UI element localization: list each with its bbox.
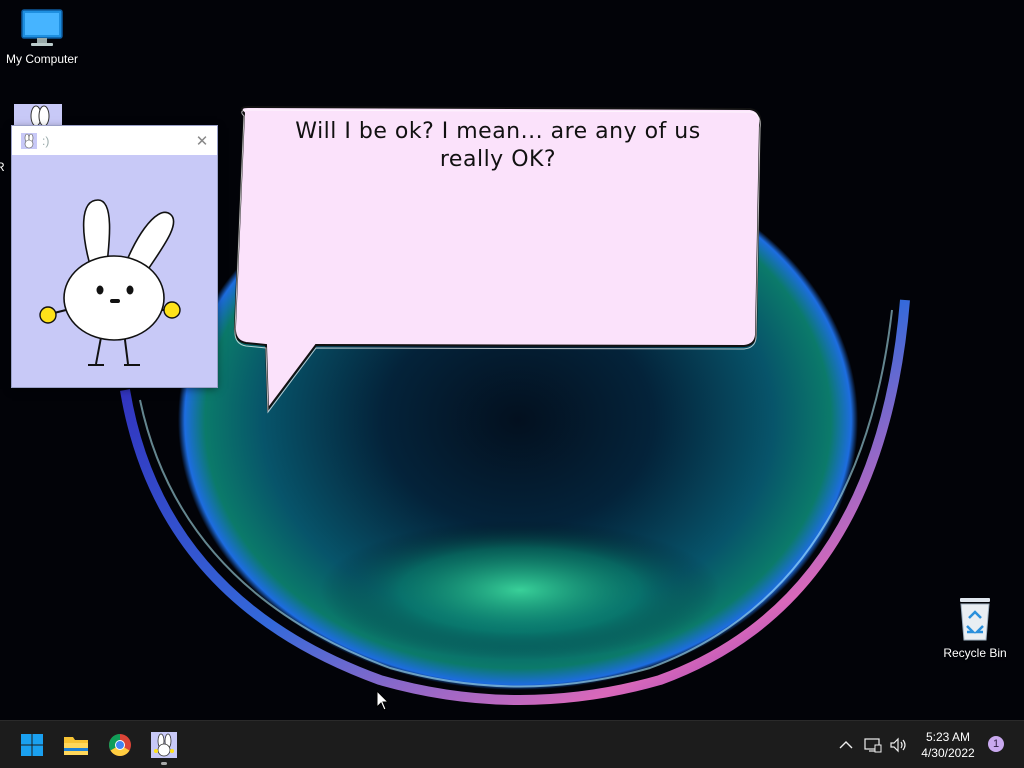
bunny-app-icon: [151, 732, 177, 758]
speech-bubble-text: Will I be ok? I mean... are any of us re…: [258, 118, 738, 174]
app-window-title: :): [42, 133, 50, 148]
app-window[interactable]: :) ✕: [12, 126, 217, 387]
network-icon: [864, 738, 882, 753]
bunny-app-icon: [21, 132, 37, 149]
desktop-icon-my-computer[interactable]: My Computer: [0, 8, 84, 66]
folder-icon: [64, 737, 88, 755]
bunny-right-hand: [163, 301, 181, 319]
speech-line-1: Will I be ok? I mean... are any of us: [295, 119, 701, 144]
bunny-character: [39, 199, 181, 366]
network-button[interactable]: [862, 721, 884, 768]
clock-time: 5:23 AM: [925, 730, 971, 744]
chrome-button[interactable]: [100, 721, 140, 768]
mouse-cursor-icon: [376, 690, 390, 711]
monitor-icon: [21, 9, 63, 46]
clock-date: 4/30/2022: [921, 746, 975, 760]
notification-badge[interactable]: 1: [988, 736, 1004, 752]
desktop: My Computer R Recycle Bin :) ✕ Will I be…: [0, 0, 1024, 768]
clock[interactable]: 5:23 AM 4/30/2022: [912, 729, 984, 761]
chrome-icon: [109, 734, 131, 756]
close-icon: ✕: [195, 131, 209, 150]
windows-start-icon: [21, 734, 43, 756]
bunny-left-hand: [39, 306, 57, 324]
desktop-icon-label: Recycle Bin: [943, 646, 1007, 660]
recycle-bin-icon: [960, 598, 990, 641]
speech-line-2: really OK?: [439, 147, 557, 172]
taskbar: 5:23 AM 4/30/2022: [0, 720, 1024, 768]
bunny-app-taskbar-button[interactable]: [144, 721, 184, 768]
show-hidden-icons-button[interactable]: [836, 721, 856, 768]
chevron-up-icon: [839, 741, 853, 749]
speaker-icon: [890, 737, 906, 753]
desktop-icon-label: My Computer: [5, 52, 79, 66]
close-button[interactable]: ✕: [187, 126, 217, 155]
running-indicator: [161, 762, 167, 765]
app-window-titlebar[interactable]: :) ✕: [12, 126, 217, 155]
file-explorer-button[interactable]: [56, 721, 96, 768]
volume-button[interactable]: [888, 721, 910, 768]
desktop-icon-recycle-bin[interactable]: Recycle Bin: [933, 596, 1017, 660]
start-button[interactable]: [12, 721, 52, 768]
